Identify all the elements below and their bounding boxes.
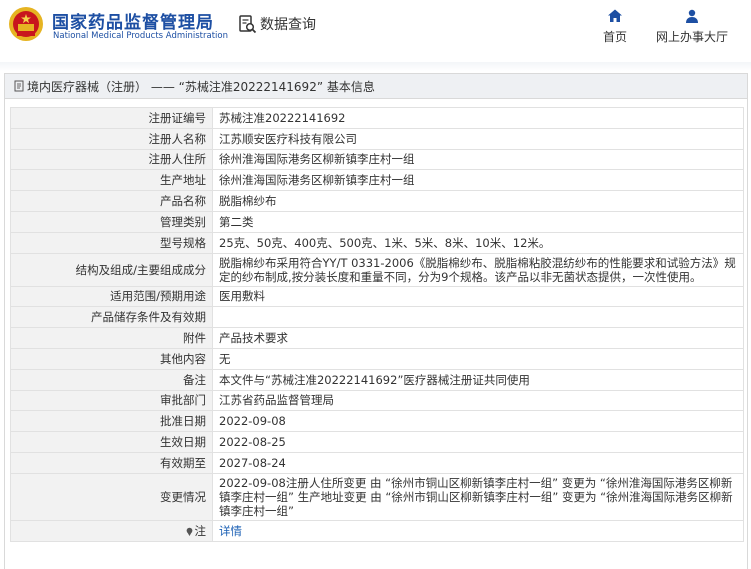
- field-value: 无: [212, 347, 744, 370]
- field-value: 江苏顺安医疗科技有限公司: [212, 127, 744, 150]
- national-emblem-icon: [9, 7, 43, 41]
- table-row: 其他内容 无: [10, 347, 744, 370]
- table-row: 变更情况 2022-09-08注册人住所变更 由 “徐州市铜山区柳新镇李庄村一组…: [10, 472, 744, 521]
- nav-home[interactable]: 首页: [600, 8, 630, 45]
- field-value: 医用敷料: [212, 285, 744, 308]
- field-label: 管理类别: [10, 210, 213, 233]
- detail-panel: 境内医疗器械（注册） —— “苏械注准20222141692” 基本信息 注册证…: [4, 73, 748, 569]
- field-value: 徐州淮海国际港务区柳新镇李庄村一组: [212, 169, 744, 192]
- field-label: 附件: [10, 327, 213, 349]
- field-label: 适用范围/预期用途: [10, 285, 213, 308]
- field-label: 变更情况: [10, 472, 213, 521]
- field-value: 脱脂棉纱布: [212, 190, 744, 212]
- field-value: 25克、50克、400克、500克、1米、5米、8米、10米、12米。: [212, 231, 744, 254]
- note-label-cell: 注: [10, 519, 213, 542]
- data-query-label: 数据查询: [260, 17, 316, 33]
- field-label: 注册人住所: [10, 148, 213, 171]
- table-row: 备注 本文件与“苏械注准20222141692”医疗器械注册证共同使用: [10, 368, 744, 391]
- location-pin-icon: [186, 527, 192, 536]
- field-label: 结构及组成/主要组成成分: [10, 252, 213, 287]
- nav-online-label: 网上办事大厅: [655, 30, 728, 44]
- table-row: 生效日期 2022-08-25: [10, 431, 744, 453]
- field-value: 产品技术要求: [212, 327, 744, 349]
- table-row: 注册证编号 苏械注准20222141692: [10, 107, 744, 129]
- field-value: 江苏省药品监督管理局: [212, 389, 744, 412]
- table-row: 管理类别 第二类: [10, 210, 744, 233]
- table-row: 有效期至 2027-08-24: [10, 451, 744, 474]
- field-label: 产品储存条件及有效期: [10, 306, 213, 329]
- field-value: 2022-08-25: [212, 431, 744, 453]
- field-label: 生产地址: [10, 169, 213, 192]
- home-icon: [608, 9, 622, 22]
- field-label: 其他内容: [10, 347, 213, 370]
- table-row: 注 详情: [10, 519, 744, 542]
- breadcrumb: 境内医疗器械（注册） —— “苏械注准20222141692” 基本信息: [5, 74, 747, 99]
- note-label: 注: [194, 523, 207, 538]
- table-row: 产品储存条件及有效期: [10, 306, 744, 329]
- field-value: 2027-08-24: [212, 451, 744, 474]
- field-label: 产品名称: [10, 190, 213, 212]
- field-label: 生效日期: [10, 431, 213, 453]
- table-row: 附件 产品技术要求: [10, 327, 744, 349]
- table-row: 适用范围/预期用途 医用敷料: [10, 285, 744, 308]
- table-row: 结构及组成/主要组成成分 脱脂棉纱布采用符合YY/T 0331-2006《脱脂棉…: [10, 252, 744, 287]
- table-row: 型号规格 25克、50克、400克、500克、1米、5米、8米、10米、12米。: [10, 231, 744, 254]
- table-row: 注册人名称 江苏顺安医疗科技有限公司: [10, 127, 744, 150]
- field-label: 注册证编号: [10, 107, 213, 129]
- table-row: 批准日期 2022-09-08: [10, 410, 744, 433]
- field-value: [212, 306, 744, 329]
- document-search-icon: [239, 15, 257, 34]
- field-value: 2022-09-08注册人住所变更 由 “徐州市铜山区柳新镇李庄村一组” 变更为…: [212, 472, 744, 521]
- details-link[interactable]: 详情: [219, 524, 242, 538]
- user-icon: [686, 9, 698, 23]
- field-label: 备注: [10, 368, 213, 391]
- field-value: 第二类: [212, 210, 744, 233]
- field-value: 脱脂棉纱布采用符合YY/T 0331-2006《脱脂棉纱布、脱脂棉粘胶混纺纱布的…: [212, 252, 744, 287]
- site-header: 国家药品监督管理局 National Medical Products Admi…: [0, 0, 751, 52]
- note-value: 详情: [212, 519, 744, 542]
- field-value: 苏械注准20222141692: [212, 107, 744, 129]
- field-value: 徐州淮海国际港务区柳新镇李庄村一组: [212, 148, 744, 171]
- breadcrumb-text: 境内医疗器械（注册） —— “苏械注准20222141692” 基本信息: [27, 79, 375, 94]
- site-title: 国家药品监督管理局: [52, 13, 214, 33]
- table-row: 审批部门 江苏省药品监督管理局: [10, 389, 744, 412]
- field-label: 有效期至: [10, 451, 213, 474]
- field-value: 2022-09-08: [212, 410, 744, 433]
- field-label: 注册人名称: [10, 127, 213, 150]
- nav-online-service-hall[interactable]: 网上办事大厅: [652, 8, 732, 45]
- nav-home-label: 首页: [602, 30, 627, 44]
- table-row: 生产地址 徐州淮海国际港务区柳新镇李庄村一组: [10, 169, 744, 192]
- table-row: 产品名称 脱脂棉纱布: [10, 190, 744, 212]
- data-query-link[interactable]: 数据查询: [237, 12, 316, 36]
- registration-info-table: 注册证编号 苏械注准20222141692 注册人名称 江苏顺安医疗科技有限公司…: [10, 107, 744, 542]
- field-label: 批准日期: [10, 410, 213, 433]
- field-value: 本文件与“苏械注准20222141692”医疗器械注册证共同使用: [212, 368, 744, 391]
- table-row: 注册人住所 徐州淮海国际港务区柳新镇李庄村一组: [10, 148, 744, 171]
- header-divider: [0, 62, 751, 71]
- site-subtitle: National Medical Products Administration: [53, 31, 228, 41]
- document-icon: [14, 80, 24, 92]
- field-label: 型号规格: [10, 231, 213, 254]
- field-label: 审批部门: [10, 389, 213, 412]
